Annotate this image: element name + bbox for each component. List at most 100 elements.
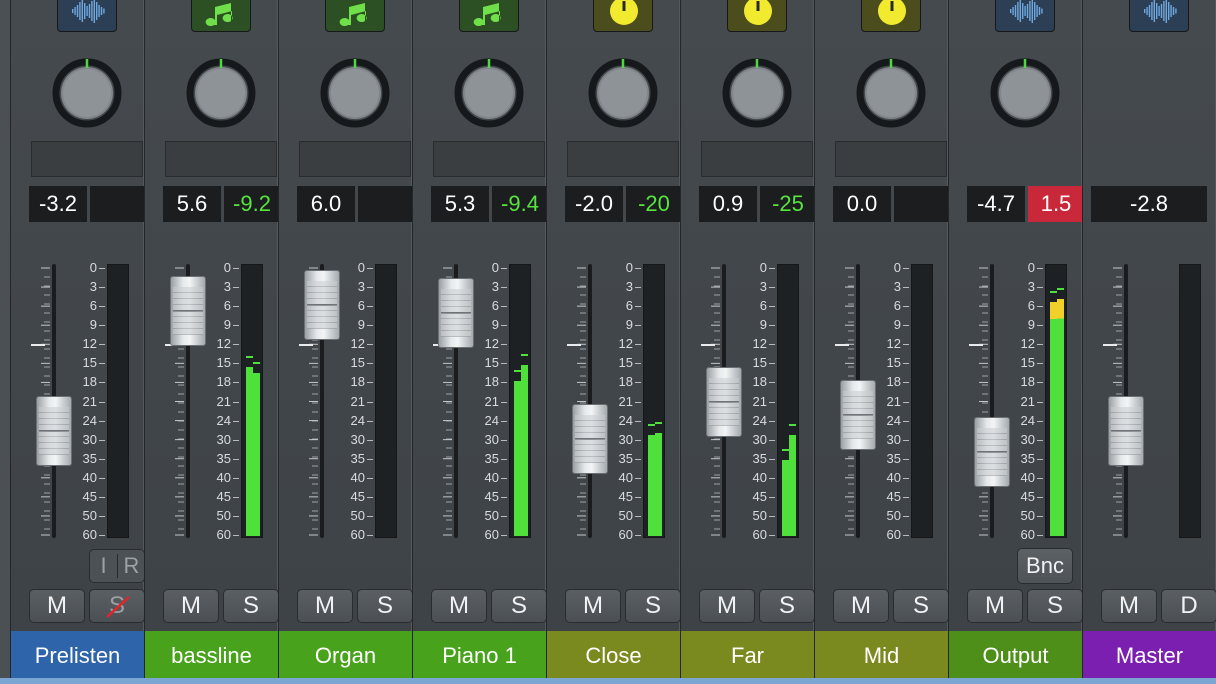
unity-mark bbox=[835, 344, 849, 346]
meter-scale-tick bbox=[501, 325, 507, 327]
level-meter bbox=[911, 264, 933, 538]
mute-button[interactable]: M bbox=[1101, 589, 1157, 623]
channel-strip-far: 0.9 -25 0 3 6 9 12 15 18 21 24 30 35 40 45 50 60 M S Far bbox=[680, 0, 816, 684]
unity-mark bbox=[31, 344, 45, 346]
meter-scale-label: 6 bbox=[625, 298, 633, 314]
meter-scale-label: 40 bbox=[618, 469, 633, 485]
channel-name[interactable]: Piano 1 bbox=[413, 631, 546, 678]
volume-fader[interactable] bbox=[36, 395, 72, 466]
meter-scale-tick bbox=[233, 382, 239, 384]
meter-scale-label: 60 bbox=[752, 527, 767, 542]
meter-scale-label: 0 bbox=[491, 260, 499, 275]
input-record-toggle[interactable]: IR bbox=[89, 549, 145, 583]
meter-scale-tick bbox=[1037, 477, 1043, 479]
solo-button[interactable]: S bbox=[625, 589, 681, 623]
record-enable-button[interactable]: R bbox=[118, 550, 145, 582]
mute-button[interactable]: M bbox=[699, 589, 755, 623]
meter-scale-label: 12 bbox=[618, 336, 633, 352]
meter-scale-label: 45 bbox=[484, 488, 499, 504]
solo-button[interactable]: S bbox=[491, 589, 547, 623]
volume-fader[interactable] bbox=[974, 417, 1010, 488]
meter-scale-label: 9 bbox=[491, 317, 499, 333]
channel-strip-output: -4.7 1.5 0 3 6 9 12 15 18 21 24 30 35 40 45 50 60 Bnc M S Ou… bbox=[948, 0, 1084, 684]
solo-button[interactable]: S bbox=[759, 589, 815, 623]
meter-scale-tick bbox=[233, 306, 239, 308]
meter-scale-tick bbox=[233, 458, 239, 460]
meter-scale-tick bbox=[99, 496, 105, 498]
channel-name[interactable]: Master bbox=[1083, 631, 1216, 678]
meter-scale-label: 35 bbox=[618, 450, 633, 466]
meter-scale-label: 6 bbox=[491, 298, 499, 314]
meter-scale-tick bbox=[367, 306, 373, 308]
unity-mark bbox=[1103, 344, 1117, 346]
channel-name[interactable]: Mid bbox=[815, 631, 948, 678]
meter-scale-label: 12 bbox=[82, 336, 97, 352]
fader-track bbox=[588, 264, 592, 538]
volume-fader[interactable] bbox=[572, 403, 608, 474]
channel-strip-piano-1: 5.3 -9.4 0 3 6 9 12 15 18 21 24 30 35 40 45 50 60 M S Piano… bbox=[412, 0, 548, 684]
meter-scale-label: 9 bbox=[89, 317, 97, 333]
meter-scale-label: 30 bbox=[216, 431, 231, 447]
solo-button[interactable]: S bbox=[893, 589, 949, 623]
meter-scale-label: 15 bbox=[752, 355, 767, 371]
meter-scale-label: 30 bbox=[350, 431, 365, 447]
meter-scale-label: 30 bbox=[886, 431, 901, 447]
meter-scale-tick bbox=[769, 287, 775, 289]
channel-name[interactable]: Close bbox=[547, 631, 680, 678]
meter-scale-tick bbox=[501, 496, 507, 498]
meter-scale-tick bbox=[367, 325, 373, 327]
meter-bar bbox=[1050, 302, 1057, 536]
meter-scale-label: 24 bbox=[886, 412, 901, 428]
volume-fader[interactable] bbox=[706, 366, 742, 437]
mute-button[interactable]: M bbox=[431, 589, 487, 623]
meter-scale-tick bbox=[501, 268, 507, 269]
meter-bar bbox=[1057, 299, 1064, 536]
input-monitor-button[interactable]: I bbox=[90, 550, 117, 582]
volume-fader[interactable] bbox=[840, 379, 876, 450]
volume-fader[interactable] bbox=[1108, 395, 1144, 466]
peak-hold-mark bbox=[253, 361, 260, 364]
channel-name[interactable]: Organ bbox=[279, 631, 412, 678]
meter-scale-tick bbox=[99, 477, 105, 479]
solo-button[interactable]: S bbox=[1027, 589, 1083, 623]
meter-scale-label: 45 bbox=[1020, 488, 1035, 504]
channel-name[interactable]: Output bbox=[949, 631, 1082, 678]
level-meter bbox=[643, 264, 665, 538]
meter-scale-tick bbox=[99, 268, 105, 269]
meter-scale-label: 9 bbox=[893, 317, 901, 333]
channel-name[interactable]: Prelisten bbox=[11, 631, 144, 678]
meter-scale-label: 3 bbox=[357, 279, 365, 295]
volume-fader[interactable] bbox=[304, 270, 340, 341]
meter-scale-tick bbox=[1037, 268, 1043, 269]
channel-name[interactable]: Far bbox=[681, 631, 814, 678]
mute-button[interactable]: M bbox=[163, 589, 219, 623]
meter-scale-tick bbox=[635, 458, 641, 460]
volume-fader[interactable] bbox=[170, 275, 206, 346]
meter-scale-label: 24 bbox=[350, 412, 365, 428]
mute-button[interactable]: M bbox=[833, 589, 889, 623]
solo-button[interactable]: S bbox=[89, 589, 145, 623]
meter-scale-tick bbox=[903, 268, 909, 269]
mute-button[interactable]: M bbox=[565, 589, 621, 623]
meter-scale-tick bbox=[1037, 344, 1043, 346]
meter-scale-label: 18 bbox=[752, 374, 767, 390]
meter-scale-label: 18 bbox=[886, 374, 901, 390]
peak-hold-mark bbox=[782, 448, 789, 451]
meter-scale-label: 15 bbox=[886, 355, 901, 371]
meter-scale-tick bbox=[635, 535, 641, 536]
volume-fader[interactable] bbox=[438, 278, 474, 349]
mute-button[interactable]: M bbox=[967, 589, 1023, 623]
dim-button[interactable]: D bbox=[1161, 589, 1216, 623]
channel-name[interactable]: bassline bbox=[145, 631, 278, 678]
meter-scale-label: 12 bbox=[216, 336, 231, 352]
meter-scale-label: 30 bbox=[618, 431, 633, 447]
meter-scale-label: 30 bbox=[82, 431, 97, 447]
bounce-button[interactable]: Bnc bbox=[1017, 548, 1073, 584]
mute-button[interactable]: M bbox=[297, 589, 353, 623]
meter-scale-tick bbox=[233, 268, 239, 269]
meter-scale-label: 40 bbox=[886, 469, 901, 485]
solo-button[interactable]: S bbox=[357, 589, 413, 623]
meter-scale-label: 9 bbox=[1027, 317, 1035, 333]
solo-button[interactable]: S bbox=[223, 589, 279, 623]
mute-button[interactable]: M bbox=[29, 589, 85, 623]
